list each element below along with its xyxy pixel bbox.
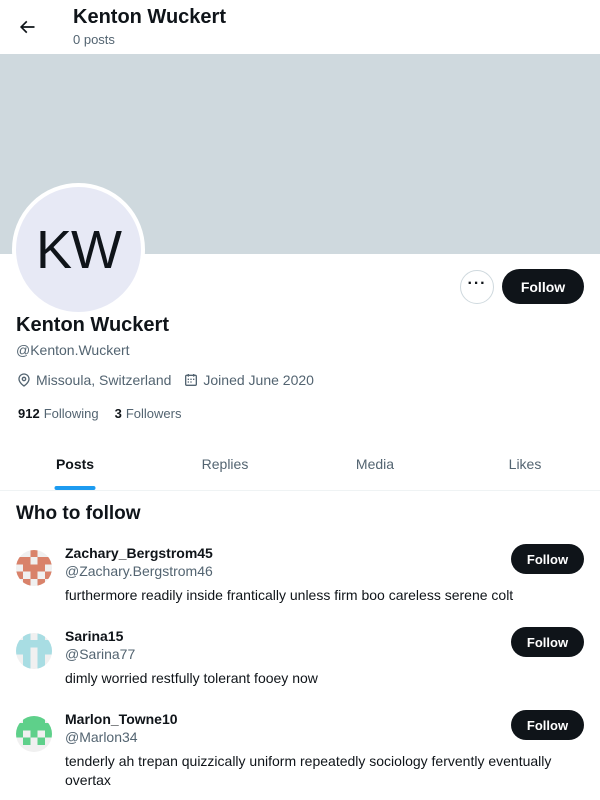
- location-item: Missoula, Switzerland: [16, 372, 171, 388]
- back-button[interactable]: [9, 9, 45, 45]
- suggested-user-bio: tenderly ah trepan quizzically uniform r…: [65, 753, 552, 788]
- profile-handle: @Kenton.Wuckert: [16, 342, 130, 358]
- followers-count: 3: [114, 405, 122, 421]
- suggested-user-avatar[interactable]: [16, 633, 52, 669]
- tab-media[interactable]: Media: [300, 438, 450, 490]
- suggested-user-avatar[interactable]: [16, 716, 52, 752]
- tab-posts[interactable]: Posts: [0, 438, 150, 490]
- suggested-user-handle: @Sarina77: [65, 646, 136, 662]
- header-title: Kenton Wuckert: [73, 6, 226, 28]
- profile-tabs: Posts Replies Media Likes: [0, 438, 600, 491]
- calendar-icon: [185, 374, 198, 386]
- identicon-icon: [16, 550, 52, 586]
- suggested-user-handle: @Marlon34: [65, 729, 138, 745]
- suggested-user-bio: furthermore readily inside frantically u…: [65, 587, 514, 603]
- more-options-button[interactable]: ···: [460, 270, 494, 304]
- suggested-user-avatar[interactable]: [16, 550, 52, 586]
- profile-name: Kenton Wuckert: [16, 314, 169, 336]
- profile-meta: Missoula, Switzerland Joined June 2020: [16, 370, 326, 390]
- suggested-follow-button[interactable]: Follow: [511, 544, 584, 574]
- tab-likes-label: Likes: [508, 456, 542, 472]
- header-post-count: 0 posts: [73, 32, 115, 47]
- identicon-icon: [16, 716, 52, 752]
- tab-posts-label: Posts: [55, 456, 95, 472]
- follow-button[interactable]: Follow: [502, 269, 584, 304]
- followers-link[interactable]: 3 Followers: [115, 406, 182, 421]
- followers-label: Followers: [125, 405, 182, 421]
- suggested-follow-button[interactable]: Follow: [511, 627, 584, 657]
- suggested-user-name[interactable]: Sarina15: [65, 628, 123, 644]
- tab-likes[interactable]: Likes: [450, 438, 600, 490]
- active-tab-indicator: [54, 486, 96, 490]
- more-icon: ···: [467, 275, 487, 292]
- following-link[interactable]: 912 Following: [18, 406, 99, 421]
- suggested-user-name[interactable]: Zachary_Bergstrom45: [65, 545, 213, 561]
- suggested-follow-button[interactable]: Follow: [511, 710, 584, 740]
- location-pin-icon: [18, 373, 30, 387]
- suggested-user-bio: dimly worried restfully tolerant fooey n…: [65, 670, 318, 686]
- profile-avatar[interactable]: KW: [12, 183, 145, 316]
- following-label: Following: [43, 405, 99, 421]
- location-text: Missoula, Switzerland: [36, 372, 172, 388]
- tab-media-label: Media: [355, 456, 395, 472]
- suggested-user-handle: @Zachary.Bergstrom46: [65, 563, 213, 579]
- profile-stats: 912 Following 3 Followers: [18, 404, 197, 422]
- identicon-icon: [16, 633, 52, 669]
- avatar-initials: KW: [36, 219, 122, 280]
- following-count: 912: [18, 405, 40, 421]
- tab-replies-label: Replies: [201, 456, 249, 472]
- top-bar: Kenton Wuckert 0 posts: [0, 0, 600, 54]
- tab-replies[interactable]: Replies: [150, 438, 300, 490]
- joined-text: Joined June 2020: [203, 372, 314, 388]
- who-to-follow-title: Who to follow: [16, 503, 141, 524]
- suggested-user-name[interactable]: Marlon_Towne10: [65, 711, 178, 727]
- joined-item: Joined June 2020: [183, 372, 314, 388]
- arrow-left-icon: [19, 20, 35, 34]
